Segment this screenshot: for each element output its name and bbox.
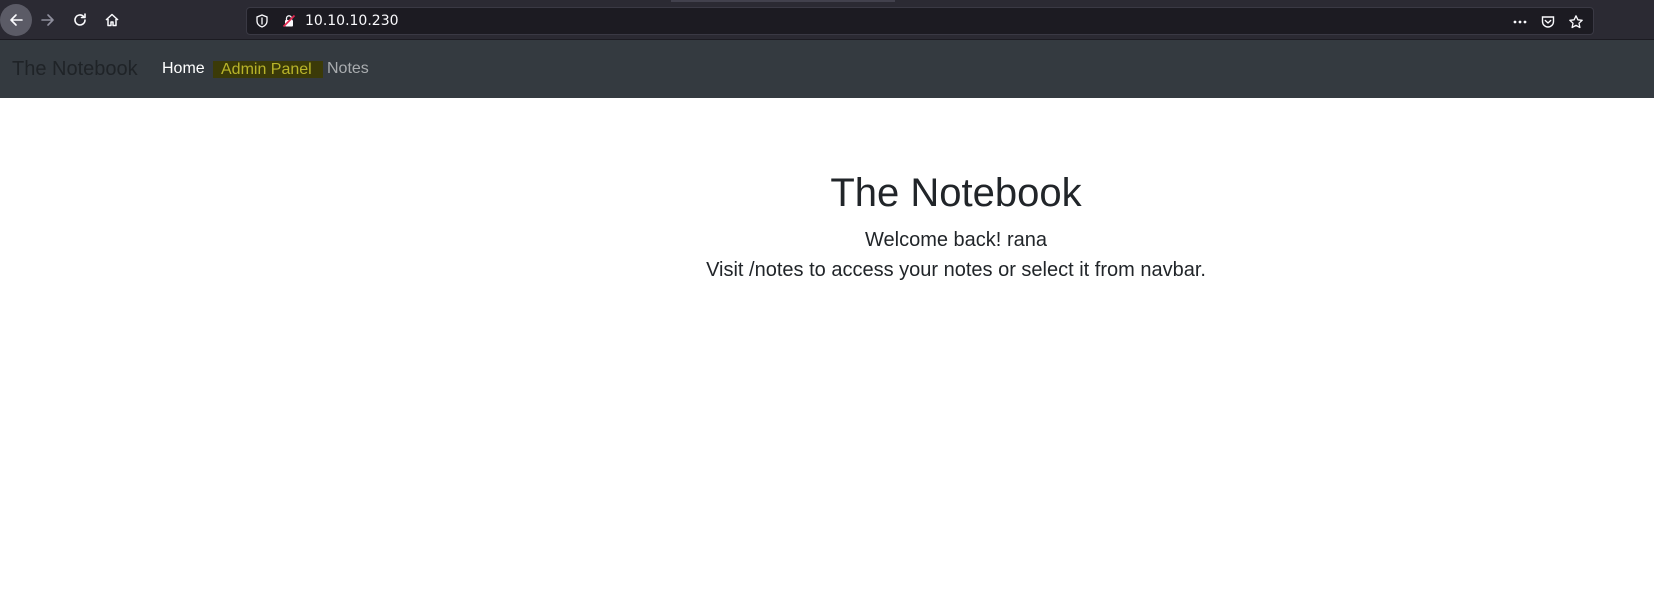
back-button[interactable] xyxy=(0,4,32,36)
bookmark-star-icon[interactable] xyxy=(1565,11,1587,33)
page-actions xyxy=(1509,8,1587,35)
reload-button[interactable] xyxy=(64,4,96,36)
username: rana xyxy=(1006,229,1047,251)
browser-toolbar: 10.10.10.230 xyxy=(0,0,1654,40)
home-icon xyxy=(105,13,119,27)
forward-button[interactable] xyxy=(32,4,64,36)
welcome-message: Welcome back! rana xyxy=(656,228,1256,252)
back-icon xyxy=(10,14,23,26)
more-actions-icon[interactable] xyxy=(1509,11,1531,33)
tab-strip-edge xyxy=(671,0,895,2)
nav-link-admin-panel[interactable]: Admin Panel xyxy=(213,61,323,78)
instructions-text: Visit /notes to access your notes or sel… xyxy=(706,259,1206,281)
shield-icon[interactable] xyxy=(255,14,269,28)
pocket-icon[interactable] xyxy=(1537,11,1559,33)
nav-link-home[interactable]: Home xyxy=(162,40,205,98)
url-text[interactable]: 10.10.10.230 xyxy=(305,8,399,35)
home-button[interactable] xyxy=(96,4,128,36)
site-navbar: The Notebook Home Admin Panel Notes xyxy=(0,40,1654,98)
url-bar[interactable]: 10.10.10.230 xyxy=(246,7,1594,35)
reload-icon xyxy=(74,13,86,26)
welcome-prefix: Welcome back! xyxy=(865,229,1002,251)
forward-icon xyxy=(41,14,54,26)
page-title: The Notebook xyxy=(830,171,1082,215)
insecure-lock-icon[interactable] xyxy=(282,14,296,28)
nav-link-notes[interactable]: Notes xyxy=(327,40,369,98)
navbar-brand[interactable]: The Notebook xyxy=(12,40,138,98)
